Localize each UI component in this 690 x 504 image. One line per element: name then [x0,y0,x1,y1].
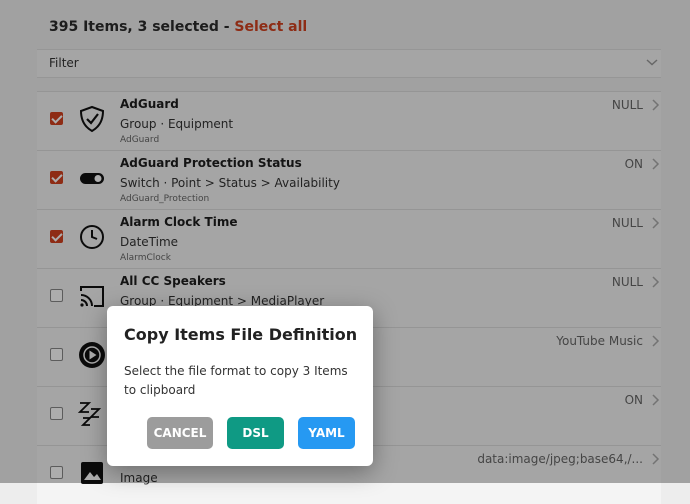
dialog-title: Copy Items File Definition [124,325,358,344]
yaml-button[interactable]: YAML [298,417,355,449]
copy-items-dialog: Copy Items File Definition Select the fi… [107,306,373,466]
dsl-button[interactable]: DSL [227,417,284,449]
dialog-message: Select the file format to copy 3 Items t… [124,364,348,397]
cancel-button[interactable]: CANCEL [147,417,213,449]
